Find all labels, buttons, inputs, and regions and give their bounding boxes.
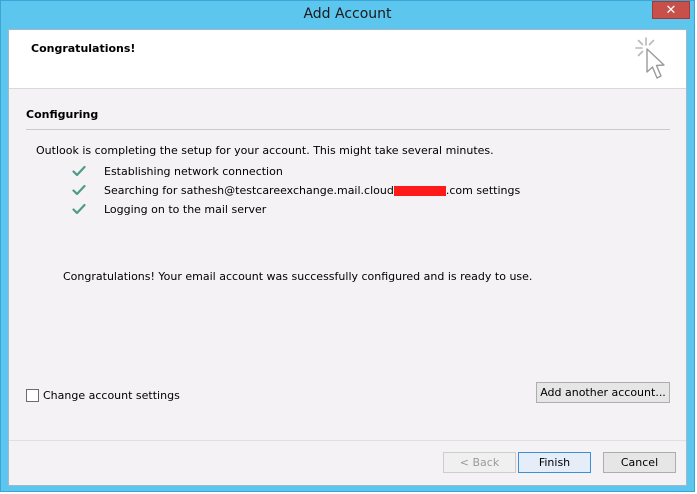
step-label-start: Searching for sathesh@testcareexchange.m…: [104, 183, 394, 197]
checkmark-icon: [72, 203, 86, 215]
footer-divider: [9, 440, 686, 441]
header-panel: Congratulations!: [9, 30, 686, 89]
section-title: Configuring: [26, 108, 99, 121]
cursor-click-icon: [635, 37, 665, 79]
cancel-button[interactable]: Cancel: [603, 452, 676, 473]
change-account-settings-option[interactable]: Change account settings: [26, 389, 180, 402]
window-title: Add Account: [303, 6, 392, 22]
dialog-content: Congratulations! Configuring Outlook is …: [8, 29, 687, 486]
add-another-account-button[interactable]: Add another account...: [536, 382, 670, 403]
redaction-box: [393, 185, 446, 196]
section-divider: [26, 129, 670, 130]
step-item-logon: Logging on to the mail server: [72, 201, 266, 217]
close-button[interactable]: ✕: [652, 1, 690, 19]
change-account-settings-checkbox[interactable]: [26, 389, 39, 402]
add-account-window: Add Account ✕ Congratulations! Configuri…: [0, 0, 695, 492]
title-bar: Add Account ✕: [1, 1, 694, 29]
step-label: Logging on to the mail server: [104, 202, 267, 216]
step-item-network: Establishing network connection: [72, 163, 283, 179]
finish-button[interactable]: Finish: [518, 452, 591, 473]
checkmark-icon: [72, 165, 86, 177]
step-item-search-settings: Searching for sathesh@testcareexchange.m…: [72, 182, 520, 198]
success-message: Congratulations! Your email account was …: [63, 270, 533, 283]
back-button[interactable]: < Back: [443, 452, 516, 473]
close-icon: ✕: [665, 2, 677, 18]
change-account-settings-label: Change account settings: [43, 389, 180, 402]
step-label: Searching for sathesh@testcareexchange.m…: [104, 184, 520, 197]
step-label-end: .com settings: [445, 183, 521, 197]
checkmark-icon: [72, 184, 86, 196]
step-label: Establishing network connection: [104, 164, 283, 178]
header-title: Congratulations!: [31, 42, 136, 55]
setup-intro-text: Outlook is completing the setup for your…: [36, 144, 494, 157]
